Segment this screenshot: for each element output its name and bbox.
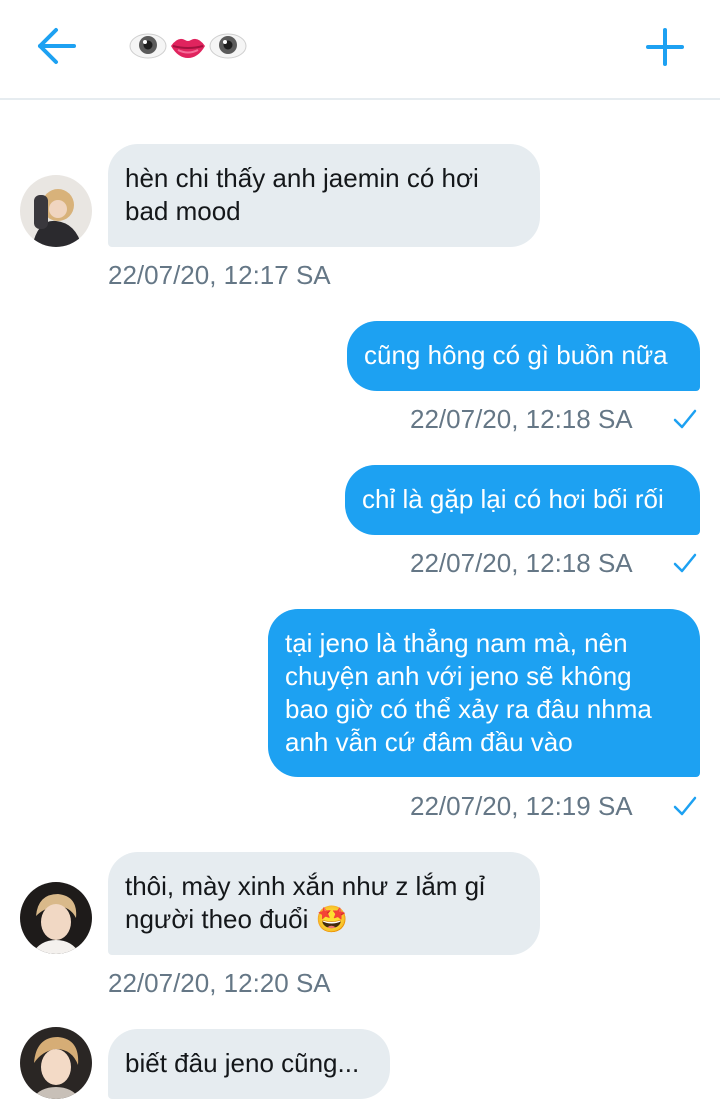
read-check-icon bbox=[673, 553, 697, 573]
eye-emoji-icon bbox=[129, 33, 167, 59]
add-button[interactable] bbox=[640, 22, 690, 72]
avatar[interactable] bbox=[20, 175, 92, 247]
lips-emoji-icon bbox=[171, 38, 205, 58]
message-bubble-incoming[interactable]: thôi, mày xinh xắn như z lắm gỉ người th… bbox=[108, 852, 540, 955]
message-bubble-outgoing[interactable]: cũng hông có gì buồn nữa bbox=[347, 321, 700, 391]
avatar-image bbox=[20, 1027, 92, 1099]
message-timestamp: 22/07/20, 12:19 SA bbox=[410, 791, 633, 821]
message-bubble-outgoing[interactable]: tại jeno là thẳng nam mà, nên chuyện anh… bbox=[268, 609, 700, 777]
message-bubble-outgoing[interactable]: chỉ là gặp lại có hơi bối rối bbox=[345, 465, 700, 535]
message-bubble-incoming[interactable]: hèn chi thấy anh jaemin có hơi bad mood bbox=[108, 144, 540, 247]
message-timestamp: 22/07/20, 12:18 SA bbox=[410, 404, 633, 434]
read-check-icon bbox=[673, 796, 697, 816]
read-check-icon bbox=[673, 409, 697, 429]
message-timestamp: 22/07/20, 12:17 SA bbox=[108, 260, 331, 290]
plus-icon bbox=[646, 28, 684, 66]
avatar[interactable] bbox=[20, 1027, 92, 1099]
avatar-image bbox=[20, 175, 92, 247]
avatar[interactable] bbox=[20, 882, 92, 954]
avatar-image bbox=[20, 882, 92, 954]
message-bubble-incoming[interactable]: biết đâu jeno cũng... bbox=[108, 1029, 390, 1099]
conversation-title[interactable] bbox=[128, 26, 248, 66]
back-button[interactable] bbox=[30, 22, 82, 70]
message-timestamp: 22/07/20, 12:20 SA bbox=[108, 968, 331, 998]
arrow-left-icon bbox=[38, 28, 76, 64]
conversation-header bbox=[0, 0, 720, 100]
message-timestamp: 22/07/20, 12:18 SA bbox=[410, 548, 633, 578]
eye-emoji-icon bbox=[209, 33, 247, 59]
